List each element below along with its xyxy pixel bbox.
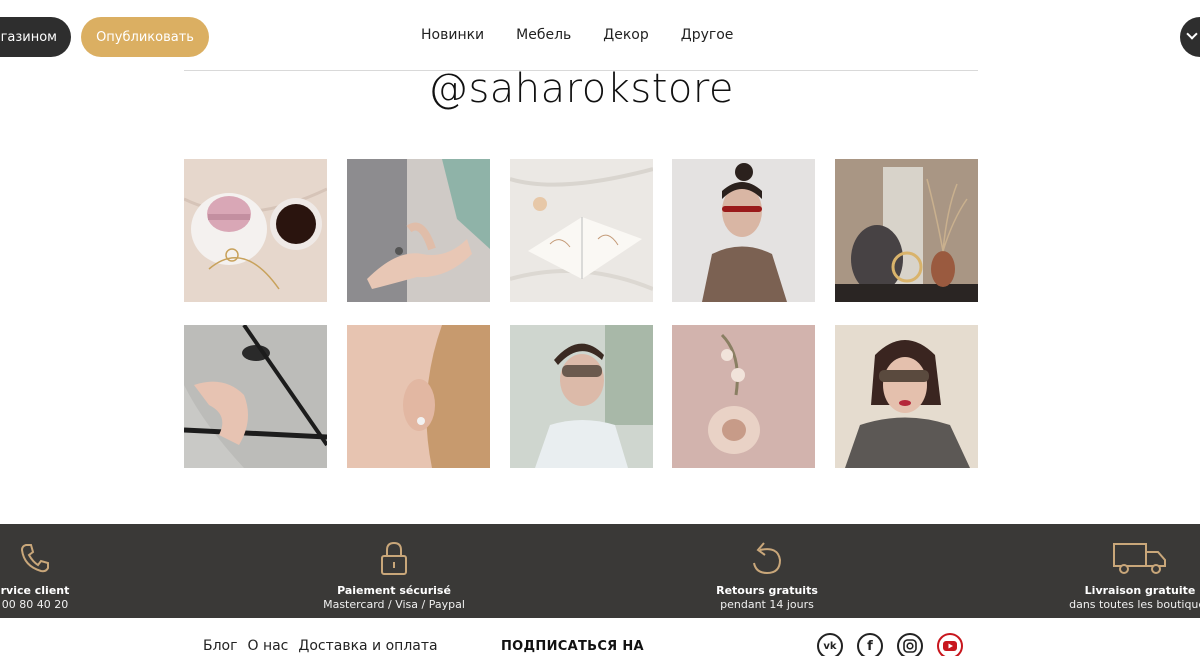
gallery-photo[interactable] bbox=[347, 159, 490, 302]
nav-item-furniture[interactable]: Мебель bbox=[516, 24, 571, 46]
horse-hand-photo bbox=[184, 325, 327, 468]
account-button[interactable] bbox=[1180, 17, 1200, 57]
gallery-photo[interactable] bbox=[347, 325, 490, 468]
ear-earring-photo bbox=[347, 325, 490, 468]
gallery-photo[interactable] bbox=[672, 159, 815, 302]
youtube-icon[interactable] bbox=[937, 633, 963, 656]
service-subtitle: dans toutes les boutiques bbox=[1069, 598, 1200, 611]
vk-icon[interactable]: vk bbox=[817, 633, 843, 656]
shell-orchid-photo bbox=[672, 325, 815, 468]
service-subtitle: Mastercard / Visa / Paypal bbox=[323, 598, 465, 611]
return-arrow-icon bbox=[657, 538, 877, 578]
vk-label: vk bbox=[823, 640, 837, 652]
woman-sunglasses-photo bbox=[672, 159, 815, 302]
service-title: Retours gratuits bbox=[716, 584, 818, 597]
decor-vase-photo bbox=[835, 159, 978, 302]
instagram-handle[interactable]: @saharokstore bbox=[0, 66, 1162, 112]
lock-icon bbox=[284, 538, 504, 578]
woman-portrait-photo bbox=[835, 325, 978, 468]
gallery-photo[interactable] bbox=[835, 325, 978, 468]
woman-glasses-photo bbox=[510, 325, 653, 468]
gallery-photo[interactable] bbox=[510, 325, 653, 468]
gallery-photo[interactable] bbox=[184, 159, 327, 302]
footer-link-delivery[interactable]: Доставка и оплата bbox=[298, 638, 437, 654]
nav-item-new[interactable]: Новинки bbox=[421, 24, 484, 46]
nav-item-decor[interactable]: Декор bbox=[603, 24, 648, 46]
open-book-photo bbox=[510, 159, 653, 302]
gallery-photo[interactable] bbox=[672, 325, 815, 468]
facebook-label: f bbox=[867, 638, 873, 654]
instagram-icon[interactable] bbox=[897, 633, 923, 656]
service-subtitle: pendant 14 jours bbox=[720, 598, 814, 611]
gallery-photo[interactable] bbox=[184, 325, 327, 468]
footer-link-about[interactable]: О нас bbox=[247, 638, 288, 654]
service-title: Livraison gratuite bbox=[1084, 584, 1196, 597]
service-payment: Paiement sécurisé Mastercard / Visa / Pa… bbox=[284, 538, 504, 611]
gallery-photo[interactable] bbox=[510, 159, 653, 302]
nav-item-other[interactable]: Другое bbox=[681, 24, 734, 46]
hand-ring-photo bbox=[347, 159, 490, 302]
phone-icon bbox=[0, 538, 145, 578]
service-client: rvice client 00 80 40 20 bbox=[0, 538, 145, 611]
chevron-left-icon bbox=[1186, 28, 1198, 40]
gallery-photo[interactable] bbox=[835, 159, 978, 302]
service-returns: Retours gratuits pendant 14 jours bbox=[657, 538, 877, 611]
main-nav: Новинки Мебель Декор Другое bbox=[421, 24, 733, 46]
service-delivery: Livraison gratuite dans toutes les bouti… bbox=[1030, 538, 1200, 611]
publish-button[interactable]: Опубликовать bbox=[81, 17, 209, 57]
service-subtitle: 00 80 40 20 bbox=[1, 598, 69, 611]
service-band: rvice client 00 80 40 20 Paiement sécuri… bbox=[0, 524, 1200, 618]
shop-button[interactable]: агазином bbox=[0, 17, 71, 57]
truck-icon bbox=[1030, 538, 1200, 578]
service-title: Paiement sécurisé bbox=[337, 584, 451, 597]
service-title: rvice client bbox=[0, 584, 70, 597]
footer-link-blog[interactable]: Блог bbox=[203, 638, 237, 654]
facebook-icon[interactable]: f bbox=[857, 633, 883, 656]
social-links: vk f bbox=[817, 633, 963, 656]
footer-links: Блог О нас Доставка и оплата bbox=[203, 638, 438, 654]
shop-button-label: агазином bbox=[0, 29, 57, 45]
subscribe-heading: ПОДПИСАТЬСЯ НА bbox=[501, 639, 644, 654]
macaron-coffee-photo bbox=[184, 159, 327, 302]
publish-button-label: Опубликовать bbox=[96, 29, 194, 45]
